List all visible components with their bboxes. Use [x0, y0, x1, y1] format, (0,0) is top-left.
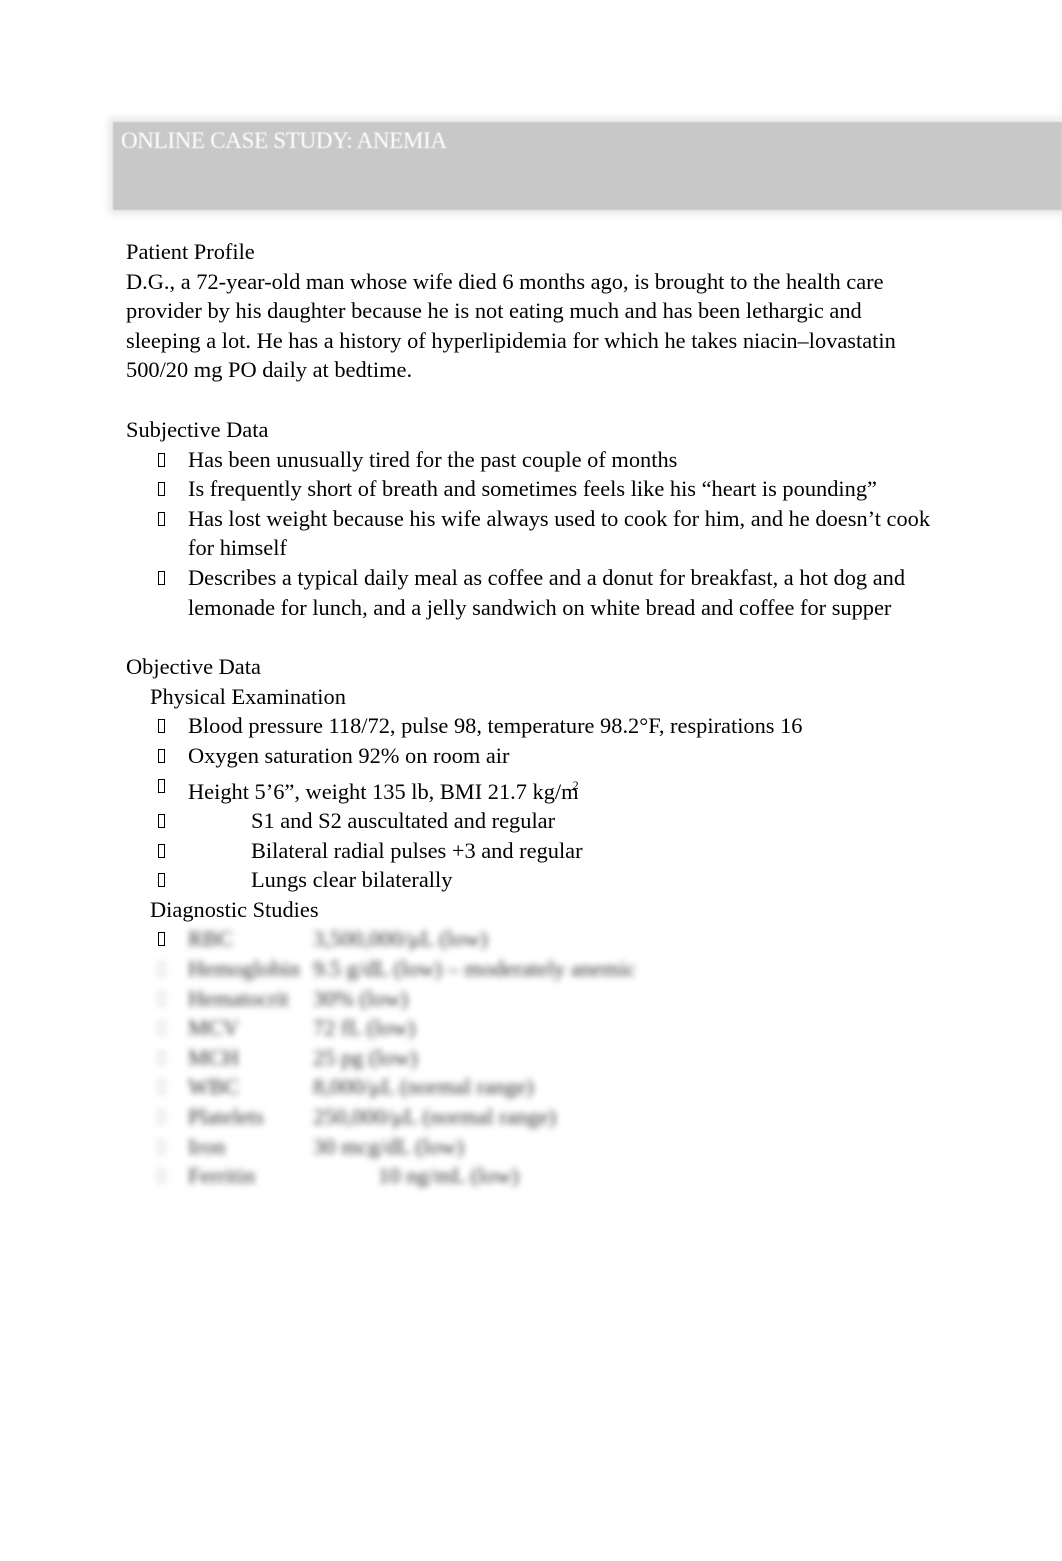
- bullet-icon: [158, 843, 165, 858]
- diagnostic-heading: Diagnostic Studies: [150, 896, 319, 922]
- bullet-icon: [158, 1080, 165, 1095]
- bullet-icon: [158, 932, 165, 947]
- list-item: Is frequently short of breath and someti…: [126, 474, 936, 504]
- bullet-icon: [158, 778, 165, 793]
- bullet-icon: [158, 1169, 165, 1184]
- bullet-icon: [158, 452, 165, 467]
- list-item: Hemoglobin 9.5 g/dL (low) – moderately an…: [126, 954, 936, 984]
- bullet-icon: [158, 814, 165, 829]
- list-item: Blood pressure 118/72, pulse 98, tempera…: [126, 711, 936, 741]
- list-item: Iron 30 mcg/dL (low): [126, 1132, 936, 1162]
- subjective-list: Has been unusually tired for the past co…: [126, 445, 936, 623]
- title-banner: ONLINE CASE STUDY: ANEMIA: [113, 122, 1062, 210]
- patient-profile-text: D.G., a 72-year-old man whose wife died …: [126, 268, 896, 383]
- list-item: WBC 8,000/μL (normal range): [126, 1072, 936, 1102]
- bullet-icon: [158, 991, 165, 1006]
- diagnostic-list: RBC 3,500,000/μL (low) Hemoglobin 9.5 g/dL…: [126, 924, 936, 1190]
- bullet-icon: [158, 511, 165, 526]
- list-item: Has been unusually tired for the past co…: [126, 445, 936, 475]
- list-item: MCV 72 fL (low): [126, 1013, 936, 1043]
- list-item: Ferritin 10 ng/mL (low): [126, 1161, 936, 1191]
- bullet-icon: [158, 482, 165, 497]
- document-body: Patient Profile D.G., a 72-year-old man …: [126, 237, 936, 1191]
- list-item: Platelets 250,000/μL (normal range): [126, 1102, 936, 1132]
- bullet-icon: [158, 570, 165, 585]
- bullet-icon: [158, 962, 165, 977]
- superscript: 2: [572, 777, 579, 792]
- list-item: MCH 25 pg (low): [126, 1043, 936, 1073]
- bullet-icon: [158, 719, 165, 734]
- bullet-icon: [158, 1110, 165, 1125]
- document-title: ONLINE CASE STUDY: ANEMIA: [121, 128, 447, 153]
- bullet-icon: [158, 873, 165, 888]
- list-item: Oxygen saturation 92% on room air: [126, 741, 936, 771]
- physical-exam-heading: Physical Examination: [150, 683, 346, 709]
- list-item: S1 and S2 auscultated and regular: [126, 806, 936, 836]
- bullet-icon: [158, 1021, 165, 1036]
- list-item: Hematocrit 30% (low): [126, 984, 936, 1014]
- objective-heading: Objective Data: [126, 654, 261, 680]
- list-item: RBC 3,500,000/μL (low): [126, 924, 936, 954]
- list-item: Describes a typical daily meal as coffee…: [126, 563, 936, 622]
- list-item: Has lost weight because his wife always …: [126, 504, 936, 563]
- list-item: Height 5’6”, weight 135 lb, BMI 21.7 kg/…: [126, 771, 936, 807]
- subjective-heading: Subjective Data: [126, 416, 269, 442]
- bullet-icon: [158, 1050, 165, 1065]
- patient-profile-heading: Patient Profile: [126, 239, 255, 264]
- physical-list: Blood pressure 118/72, pulse 98, tempera…: [126, 711, 936, 895]
- list-item: Bilateral radial pulses +3 and regular: [126, 836, 936, 866]
- bullet-icon: [158, 748, 165, 763]
- list-item: Lungs clear bilaterally: [126, 865, 936, 895]
- bullet-icon: [158, 1139, 165, 1154]
